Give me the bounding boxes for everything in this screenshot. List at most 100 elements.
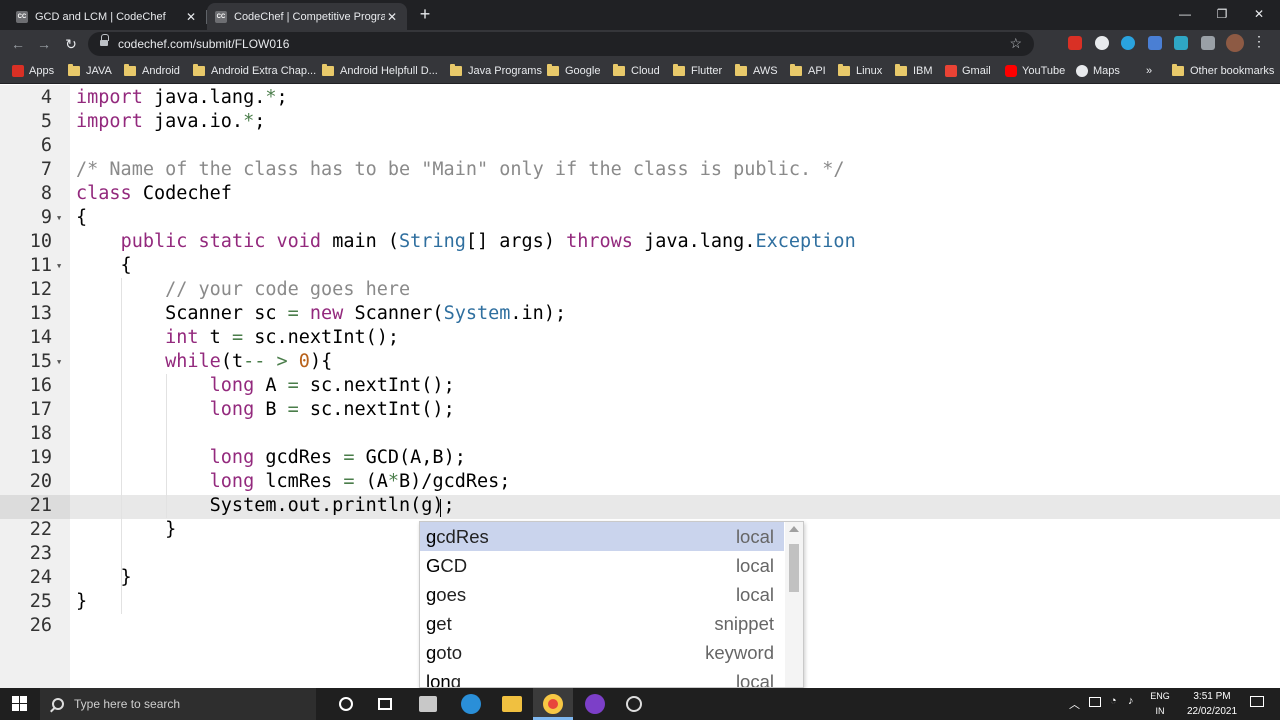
code-text[interactable]: { [76,254,132,278]
bookmark-flutter[interactable]: Flutter [673,63,722,79]
file-explorer-icon[interactable] [502,696,522,712]
autocomplete-item[interactable]: long local [420,667,784,687]
autocomplete-item[interactable]: get snippet [420,609,784,638]
code-line[interactable]: 5 import java.io.*; [0,110,1280,134]
code-text[interactable]: } [76,518,176,542]
autocomplete-item[interactable]: goes local [420,580,784,609]
tab-gcd-lcm[interactable]: CC GCD and LCM | CodeChef ✕ [8,3,206,30]
code-line[interactable]: 18 [0,422,1280,446]
bookmark-gmail[interactable]: Gmail [945,63,991,79]
edge-icon[interactable] [461,694,481,714]
code-text[interactable]: } [76,590,87,614]
forward-arrow-icon[interactable]: → [34,34,54,54]
tray-chevron-up-icon[interactable]: ︿ [1069,696,1080,712]
code-text[interactable]: long B = sc.nextInt(); [76,398,455,422]
code-line[interactable]: 17 long B = sc.nextInt(); [0,398,1280,422]
lock-icon[interactable] [100,34,109,48]
code-line[interactable]: 9 ▼ { [0,206,1280,230]
fold-arrow-icon[interactable]: ▼ [57,350,61,374]
bookmark-maps[interactable]: Maps [1076,63,1120,79]
fold-arrow-icon[interactable]: ▼ [57,254,61,278]
code-line[interactable]: 19 long gcdRes = GCD(A,B); [0,446,1280,470]
autocomplete-item[interactable]: goto keyword [420,638,784,667]
code-line[interactable]: 16 long A = sc.nextInt(); [0,374,1280,398]
code-line[interactable]: 15 ▼ while(t-- > 0){ [0,350,1280,374]
extensions-puzzle-icon[interactable] [1201,36,1215,50]
volume-icon[interactable]: ♪ [1128,695,1134,707]
bookmark-android-extra[interactable]: Android Extra Chap... [193,63,316,79]
notification-icon[interactable] [1250,696,1264,707]
new-tab-plus-icon[interactable]: + [416,5,434,23]
minimize-icon[interactable]: — [1170,4,1200,24]
clock[interactable]: 3:51 PM 22/02/2021 [1180,689,1244,719]
bookmark-api[interactable]: API [790,63,826,79]
fold-arrow-icon[interactable]: ▼ [57,206,61,230]
bookmark-apps[interactable]: Apps [12,63,54,79]
extension-blue-icon[interactable] [1174,36,1188,50]
battery-icon[interactable] [1089,697,1101,707]
chrome-icon[interactable] [543,694,563,714]
bookmark-android[interactable]: Android [124,63,180,79]
code-text[interactable]: /* Name of the class has to be "Main" on… [76,158,845,182]
profile-avatar[interactable] [1226,34,1244,52]
close-tab-icon[interactable]: ✕ [184,10,198,24]
code-line[interactable]: 21 System.out.println(g); [0,494,1280,518]
url-text[interactable]: codechef.com/submit/FLOW016 [118,37,289,51]
reload-icon[interactable]: ↻ [61,34,81,54]
code-text[interactable]: long lcmRes = (A*B)/gcdRes; [76,470,511,494]
bookmark-cloud[interactable]: Cloud [613,63,660,79]
code-line[interactable]: 8 class Codechef [0,182,1280,206]
scroll-up-arrow-icon[interactable] [789,526,799,532]
code-line[interactable]: 13 Scanner sc = new Scanner(System.in); [0,302,1280,326]
code-line[interactable]: 11 ▼ { [0,254,1280,278]
media-app-icon[interactable] [585,694,605,714]
code-text[interactable]: // your code goes here [76,278,410,302]
close-window-icon[interactable]: ✕ [1244,4,1274,24]
bookmark-other[interactable]: Other bookmarks [1172,63,1274,79]
bookmark-android-helpful[interactable]: Android Helpfull D... [322,63,438,79]
code-text[interactable]: import java.io.*; [76,110,265,134]
code-text[interactable]: import java.lang.*; [76,86,288,110]
code-line[interactable]: 7 /* Name of the class has to be "Main" o… [0,158,1280,182]
maximize-icon[interactable]: ❐ [1207,4,1237,24]
tab-codechef-submit[interactable]: CC CodeChef | Competitive Programm ✕ [207,3,407,30]
autocomplete-item[interactable]: gcdRes local [420,522,784,551]
code-line[interactable]: 10 public static void main (String[] arg… [0,230,1280,254]
back-arrow-icon[interactable]: ← [8,34,28,54]
code-text[interactable]: while(t-- > 0){ [76,350,332,374]
bookmark-aws[interactable]: AWS [735,63,778,79]
code-text[interactable]: class Codechef [76,182,232,206]
store-icon[interactable] [419,696,437,712]
language-indicator[interactable]: ENG IN [1146,689,1174,719]
code-text[interactable]: public static void main (String[] args) … [76,230,856,254]
bookmark-java-programs[interactable]: Java Programs [450,63,542,79]
code-text[interactable]: } [76,566,132,590]
scrollbar-thumb[interactable] [789,544,799,592]
code-line[interactable]: 12 // your code goes here [0,278,1280,302]
code-line[interactable]: 6 [0,134,1280,158]
bookmark-java[interactable]: JAVA [68,63,112,79]
code-text[interactable]: long A = sc.nextInt(); [76,374,455,398]
address-bar[interactable]: codechef.com/submit/FLOW016 ☆ [88,32,1034,56]
bookmark-google[interactable]: Google [547,63,600,79]
code-text[interactable]: int t = sc.nextInt(); [76,326,399,350]
code-text[interactable]: Scanner sc = new Scanner(System.in); [76,302,566,326]
close-tab-icon[interactable]: ✕ [385,10,399,24]
cortana-icon[interactable] [339,697,353,711]
extension-circle-icon[interactable] [1095,36,1109,50]
windows-start-icon[interactable] [12,696,28,712]
more-menu-icon[interactable]: ⋮ [1252,33,1266,50]
extension-red-icon[interactable] [1068,36,1082,50]
autocomplete-item[interactable]: GCD local [420,551,784,580]
wifi-icon[interactable]: ◔ [1110,695,1117,707]
autocomplete-scrollbar[interactable] [785,522,803,687]
more-bookmarks-chevron-icon[interactable]: » [1146,63,1152,79]
code-text[interactable]: long gcdRes = GCD(A,B); [76,446,466,470]
bookmark-youtube[interactable]: YouTube [1005,63,1065,79]
bookmark-linux[interactable]: Linux [838,63,882,79]
taskbar-search-box[interactable]: Type here to search [40,688,316,720]
task-view-icon[interactable] [378,698,392,710]
bookmark-ibm[interactable]: IBM [895,63,933,79]
obs-icon[interactable] [626,696,642,712]
code-line[interactable]: 14 int t = sc.nextInt(); [0,326,1280,350]
